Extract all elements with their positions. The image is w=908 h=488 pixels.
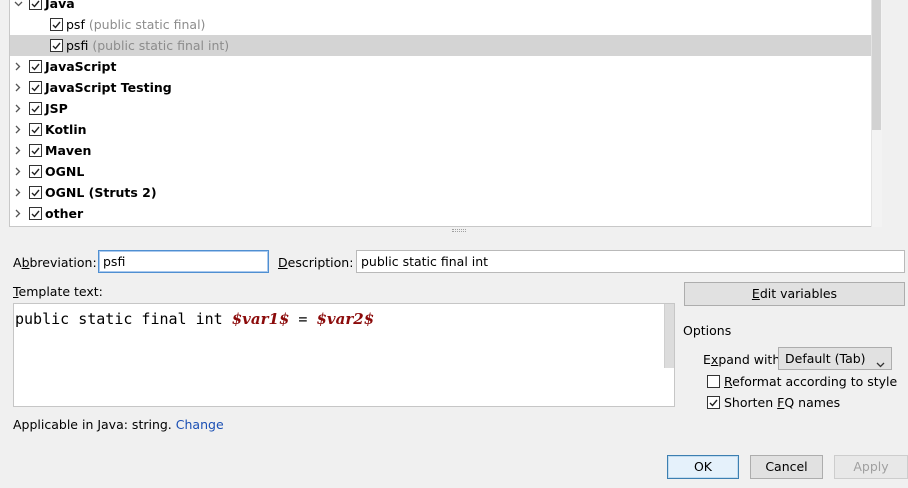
- template-variable: $var1$: [231, 310, 290, 328]
- checkbox-psf[interactable]: [50, 18, 63, 31]
- chevron-right-icon[interactable]: [13, 140, 23, 161]
- tree-group-label: JavaScript Testing: [45, 80, 172, 95]
- expand-with-value: Default (Tab): [785, 351, 866, 366]
- template-name: psfi: [66, 38, 89, 53]
- chevron-right-icon[interactable]: [13, 77, 23, 98]
- tree-group[interactable]: JavaScript: [10, 56, 872, 77]
- tree-group[interactable]: OGNL: [10, 161, 872, 182]
- tree-group-label: other: [45, 206, 84, 221]
- shorten-fq-checkbox[interactable]: [707, 396, 720, 409]
- chevron-down-icon[interactable]: [13, 0, 23, 14]
- chevron-right-icon[interactable]: [13, 56, 23, 77]
- checkbox-java[interactable]: [29, 0, 42, 10]
- template-description: (public static final int): [92, 38, 230, 53]
- template-tree[interactable]: Java psf (public static final) psfi (publi…: [9, 0, 882, 227]
- template-name: psf: [66, 17, 85, 32]
- description-label: Description:: [278, 255, 353, 270]
- reformat-checkbox[interactable]: [707, 375, 720, 388]
- tree-group-label: Maven: [45, 143, 92, 158]
- chevron-down-icon: [876, 356, 885, 371]
- label-part: Q names: [784, 395, 841, 410]
- tree-group-label: JSP: [45, 101, 68, 116]
- tree-group-java[interactable]: Java: [10, 0, 872, 14]
- edit-variables-button[interactable]: Edit variables: [684, 282, 905, 306]
- applicable-text: Applicable in Java: string.: [13, 417, 172, 432]
- label-part: eformat according to style: [732, 374, 898, 389]
- cancel-button[interactable]: Cancel: [750, 455, 823, 479]
- tree-template-psf[interactable]: psf (public static final): [10, 14, 872, 35]
- chevron-right-icon[interactable]: [13, 203, 23, 224]
- abbreviation-input[interactable]: psfi: [98, 250, 269, 273]
- abbreviation-label: Abbreviation:: [13, 255, 97, 270]
- group-checkbox[interactable]: [29, 81, 42, 94]
- expand-with-select[interactable]: Default (Tab): [778, 347, 892, 370]
- template-label: psf (public static final): [66, 17, 205, 32]
- label-part: escription:: [287, 255, 354, 270]
- tree-group[interactable]: Maven: [10, 140, 872, 161]
- tree-group[interactable]: JSP: [10, 98, 872, 119]
- group-checkbox[interactable]: [29, 123, 42, 136]
- group-checkbox[interactable]: [29, 60, 42, 73]
- description-input[interactable]: public static final int: [356, 250, 905, 273]
- group-checkbox[interactable]: [29, 102, 42, 115]
- splitter-handle[interactable]: [452, 229, 466, 234]
- template-variable: $var2$: [316, 310, 375, 328]
- label-part: Shorten: [724, 395, 778, 410]
- chevron-right-icon[interactable]: [13, 182, 23, 203]
- expand-with-label: Expand with: [703, 352, 780, 367]
- ok-button[interactable]: OK: [667, 455, 739, 479]
- label-part: emplate text:: [18, 284, 103, 299]
- label-mnemonic: b: [21, 255, 30, 270]
- group-checkbox[interactable]: [29, 207, 42, 220]
- reformat-label: Reformat according to style: [724, 374, 897, 389]
- tree-template-psfi[interactable]: psfi (public static final int): [10, 35, 881, 56]
- tree-group[interactable]: Kotlin: [10, 119, 872, 140]
- options-section-title: Options: [683, 323, 732, 338]
- label-part: dit variables: [759, 286, 838, 301]
- chevron-right-icon[interactable]: [13, 161, 23, 182]
- shorten-fq-label: Shorten FQ names: [724, 395, 840, 410]
- tree-group[interactable]: OGNL (Struts 2): [10, 182, 872, 203]
- code-text: =: [289, 310, 317, 328]
- group-checkbox[interactable]: [29, 186, 42, 199]
- code-text: public static final int: [15, 310, 232, 328]
- change-context-link[interactable]: Change: [176, 417, 224, 432]
- checkbox-psfi[interactable]: [50, 39, 63, 52]
- label-part: E: [703, 352, 711, 367]
- chevron-right-icon[interactable]: [13, 98, 23, 119]
- label-part: pand with: [718, 352, 781, 367]
- tree-group[interactable]: other: [10, 203, 872, 224]
- chevron-right-icon[interactable]: [13, 119, 23, 140]
- group-checkbox[interactable]: [29, 165, 42, 178]
- template-label: psfi (public static final int): [66, 38, 229, 53]
- tree-group-label: OGNL (Struts 2): [45, 185, 157, 200]
- template-text-editor[interactable]: public static final int $var1$ = $var2$: [13, 303, 675, 407]
- label-mnemonic: E: [751, 286, 760, 301]
- tree-group-label: OGNL: [45, 164, 85, 179]
- label-mnemonic: R: [724, 374, 733, 389]
- tree-scrollbar-thumb[interactable]: [872, 0, 881, 130]
- apply-button[interactable]: Apply: [834, 455, 908, 479]
- label-part: A: [13, 255, 22, 270]
- editor-scrollbar[interactable]: [664, 304, 674, 368]
- tree-group-label: Java: [45, 0, 75, 11]
- tree-group-label: Kotlin: [45, 122, 87, 137]
- label-mnemonic: D: [278, 255, 288, 270]
- label-part: breviation:: [29, 255, 97, 270]
- group-checkbox[interactable]: [29, 144, 42, 157]
- applicable-context: Applicable in Java: string. Change: [13, 417, 224, 432]
- tree-group-label: JavaScript: [45, 59, 117, 74]
- template-text-label: Template text:: [13, 284, 103, 299]
- template-description: (public static final): [88, 17, 206, 32]
- tree-group[interactable]: JavaScript Testing: [10, 77, 872, 98]
